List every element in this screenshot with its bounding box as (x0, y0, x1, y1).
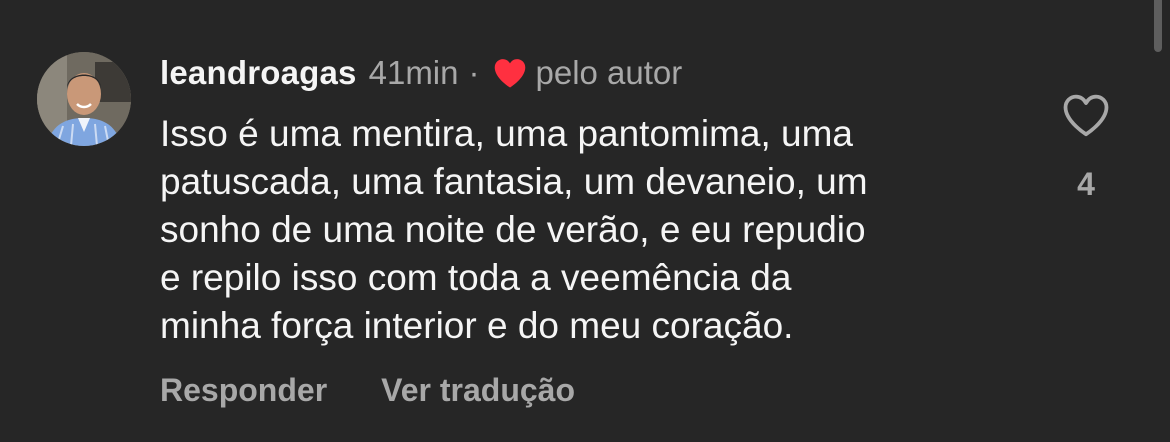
comment-text-line: minha força interior e do meu coração. (160, 305, 794, 346)
comment-actions: Responder Ver tradução (160, 372, 575, 409)
timestamp: 41min (368, 54, 459, 91)
comment-text-line: patuscada, uma fantasia, um devaneio, um (160, 161, 868, 202)
comment-header: leandroagas 41min · pelo autor (160, 52, 682, 94)
comment-text-line: e repilo isso com toda a veemência da (160, 257, 792, 298)
reply-button[interactable]: Responder (160, 372, 327, 409)
comment-text: Isso é uma mentira, uma pantomima, uma p… (160, 110, 1020, 350)
liked-by-author-label: pelo autor (535, 54, 683, 91)
username[interactable]: leandroagas (160, 54, 357, 92)
comment-text-line: sonho de uma noite de verão, e eu repudi… (160, 209, 866, 250)
like-count: 4 (1077, 166, 1095, 202)
like-button[interactable] (1060, 92, 1112, 138)
heart-outline-icon (1063, 94, 1109, 137)
heart-filled-icon (492, 57, 528, 89)
scrollbar[interactable] (1154, 0, 1162, 52)
separator-dot: · (468, 54, 480, 91)
avatar-photo (37, 52, 131, 146)
translate-button[interactable]: Ver tradução (381, 372, 575, 409)
avatar[interactable] (37, 52, 131, 146)
comment: leandroagas 41min · pelo autor Isso é um… (0, 0, 1170, 442)
comment-text-line: Isso é uma mentira, uma pantomima, uma (160, 113, 854, 154)
